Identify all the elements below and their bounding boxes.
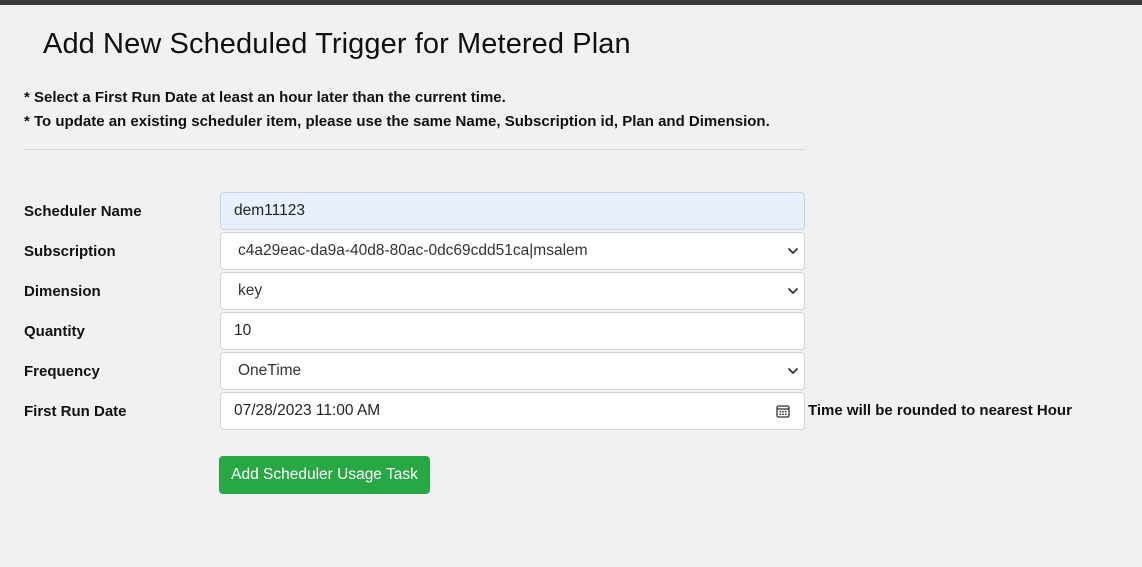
instruction-note-first-run: * Select a First Run Date at least an ho… [24, 89, 506, 106]
frequency-value: OneTime [238, 362, 302, 379]
chevron-down-icon [788, 288, 798, 294]
rounding-hint: Time will be rounded to nearest Hour [808, 402, 1072, 419]
page-title: Add New Scheduled Trigger for Metered Pl… [43, 28, 631, 60]
quantity-label: Quantity [24, 323, 85, 340]
quantity-value: 10 [234, 322, 252, 339]
dimension-value: key [238, 282, 263, 299]
dimension-label: Dimension [24, 283, 101, 300]
first-run-date-value: 07/28/2023 11:00 AM [234, 402, 381, 419]
subscription-select[interactable]: c4a29eac-da9a-40d8-80ac-0dc69cdd51ca|msa… [220, 232, 805, 270]
subscription-label: Subscription [24, 243, 116, 260]
divider [24, 149, 805, 150]
add-scheduler-usage-task-button[interactable]: Add Scheduler Usage Task [219, 456, 430, 494]
calendar-icon[interactable] [776, 404, 790, 418]
first-run-date-input[interactable]: 07/28/2023 11:00 AM [220, 392, 805, 430]
frequency-label: Frequency [24, 363, 100, 380]
chevron-down-icon [788, 368, 798, 374]
instruction-note-update: * To update an existing scheduler item, … [24, 113, 770, 130]
window-top-bar [0, 0, 1142, 5]
chevron-down-icon [788, 248, 798, 254]
scheduler-name-label: Scheduler Name [24, 203, 142, 220]
frequency-select[interactable]: OneTime [220, 352, 805, 390]
quantity-input[interactable]: 10 [220, 312, 805, 350]
first-run-date-label: First Run Date [24, 403, 127, 420]
subscription-value: c4a29eac-da9a-40d8-80ac-0dc69cdd51ca|msa… [238, 242, 588, 259]
scheduler-name-input[interactable]: dem11123 [220, 192, 805, 230]
scheduler-name-value: dem11123 [234, 202, 305, 219]
dimension-select[interactable]: key [220, 272, 805, 310]
